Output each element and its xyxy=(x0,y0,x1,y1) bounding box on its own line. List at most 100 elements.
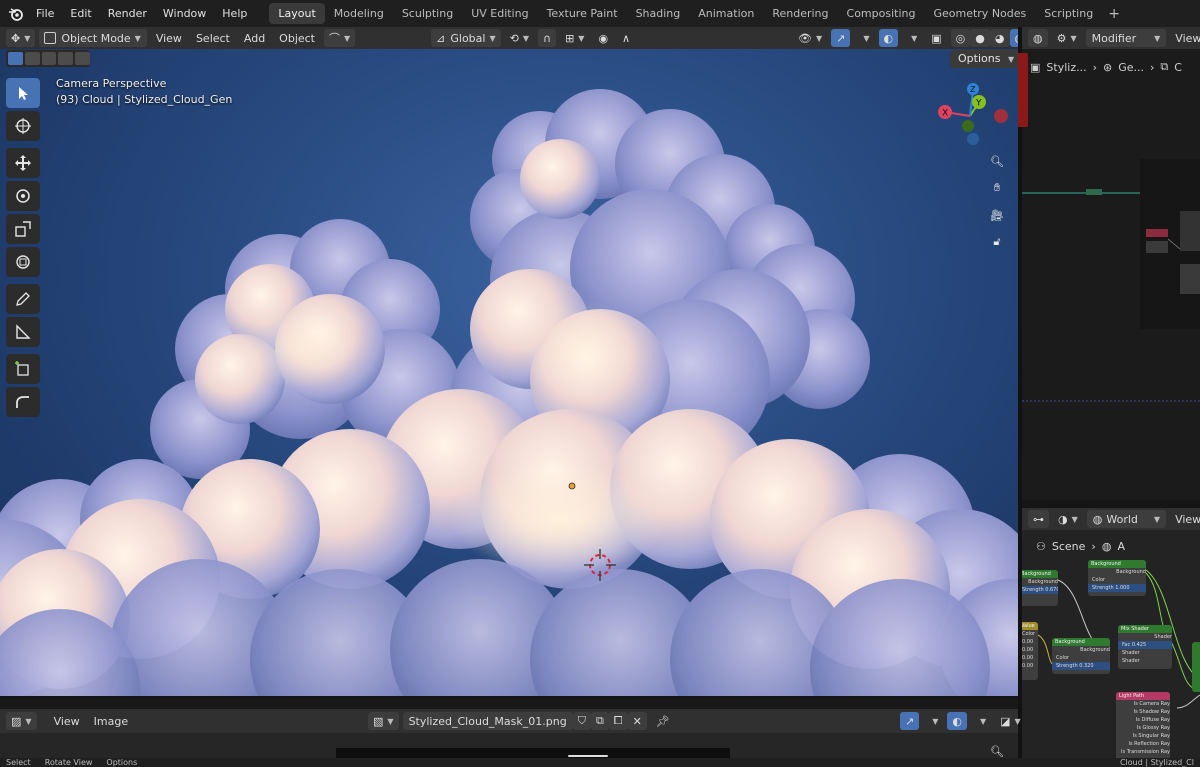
shear-tool[interactable] xyxy=(6,387,40,417)
breadcrumb-group[interactable]: C xyxy=(1174,61,1182,74)
menu-edit[interactable]: Edit xyxy=(62,0,99,27)
browse-image-button[interactable]: ▧ ▼ xyxy=(368,712,399,730)
proportional-edit-toggle[interactable]: ◉ xyxy=(593,29,613,47)
transform-tool[interactable] xyxy=(6,247,40,277)
image-gizmo-dropdown[interactable]: ▼ xyxy=(923,712,943,730)
gizmo-dropdown[interactable]: ▼ xyxy=(854,29,874,47)
add-cube-tool[interactable] xyxy=(6,354,40,384)
menu-help[interactable]: Help xyxy=(214,0,255,27)
tab-shading[interactable]: Shading xyxy=(627,3,690,24)
breadcrumb-world[interactable]: A xyxy=(1117,540,1125,553)
snap-target-dropdown[interactable]: ⊞ ▼ xyxy=(560,29,589,47)
open-image-button[interactable]: ⧠ xyxy=(608,712,628,730)
rotate-tool[interactable] xyxy=(6,181,40,211)
zoom-view-button[interactable]: 🔍︎ xyxy=(986,150,1008,172)
tab-sculpting[interactable]: Sculpting xyxy=(393,3,462,24)
select-invert-button[interactable] xyxy=(58,52,74,65)
tab-compositing[interactable]: Compositing xyxy=(838,3,925,24)
measure-tool[interactable] xyxy=(6,317,40,347)
breadcrumb-object[interactable]: Styliz... xyxy=(1046,61,1086,74)
tab-texture-paint[interactable]: Texture Paint xyxy=(538,3,627,24)
gizmo-toggle[interactable]: ↗ xyxy=(831,29,851,47)
navigation-gizmo[interactable]: X Y Z xyxy=(930,80,1020,155)
shading-wireframe-button[interactable]: ◎ xyxy=(950,29,971,47)
shading-material-button[interactable]: ◕ xyxy=(989,29,1010,47)
select-box-tool[interactable] xyxy=(6,78,40,108)
node-value[interactable]: Value Color 0.00 0.00 0.00 0.00 xyxy=(1022,622,1038,680)
menu-view[interactable]: View xyxy=(49,712,85,730)
display-channels-dropdown[interactable]: ◪ ▼ xyxy=(995,712,1026,730)
axis-icon: ✥ xyxy=(11,31,21,45)
snap-dropdown[interactable]: ⌒ ▼ xyxy=(324,29,356,47)
pan-view-button[interactable]: ✋︎ xyxy=(986,177,1008,199)
tab-geometry-nodes[interactable]: Geometry Nodes xyxy=(924,3,1035,24)
image-name-field[interactable]: Stylized_Cloud_Mask_01.png xyxy=(402,712,573,730)
modifier-dropdown[interactable]: Modifier ▼ xyxy=(1085,29,1167,47)
select-extend-button[interactable] xyxy=(24,52,40,65)
menu-add[interactable]: Add xyxy=(239,29,270,47)
visibility-dropdown[interactable]: 👁 ▼ xyxy=(793,29,827,47)
blender-logo-icon[interactable] xyxy=(4,0,28,27)
world-dropdown[interactable]: ◍ World ▼ xyxy=(1086,510,1167,528)
breadcrumb-geometry[interactable]: Ge... xyxy=(1118,61,1144,74)
node-background-left[interactable]: Background Background Strength 0.670 xyxy=(1022,570,1058,606)
editor-type-button[interactable]: ▨ ▼ xyxy=(6,712,37,730)
world-node-editor[interactable]: Background Background Strength 0.670 Val… xyxy=(1022,530,1200,767)
tab-layout[interactable]: Layout xyxy=(269,3,325,24)
menu-object[interactable]: Object xyxy=(274,29,320,47)
node-world-output[interactable] xyxy=(1192,642,1200,692)
duplicate-image-button[interactable]: ⧉ xyxy=(590,712,609,730)
menu-select[interactable]: Select xyxy=(191,29,235,47)
node-light-path[interactable]: Light Path Is Camera Ray Is Shadow Ray I… xyxy=(1116,692,1170,767)
menu-view[interactable]: View xyxy=(1170,29,1200,47)
pin-button[interactable]: 📌︎ xyxy=(651,712,675,730)
select-intersect-button[interactable] xyxy=(75,52,90,65)
add-workspace-button[interactable]: + xyxy=(1102,6,1126,22)
shading-solid-button[interactable]: ● xyxy=(970,29,990,47)
select-subtract-button[interactable] xyxy=(41,52,57,65)
node-editor-upper[interactable] xyxy=(1022,49,1200,500)
lock-camera-button[interactable]: 🔓︎ xyxy=(986,231,1008,253)
snap-toggle[interactable]: ∩ xyxy=(538,29,557,47)
tab-uv-editing[interactable]: UV Editing xyxy=(462,3,537,24)
breadcrumb-scene[interactable]: Scene xyxy=(1052,540,1086,553)
node-background-1[interactable]: Background Background Color Strength 1.0… xyxy=(1088,560,1146,596)
overlay-dropdown[interactable]: ▼ xyxy=(902,29,922,47)
unlink-image-button[interactable]: ✕ xyxy=(627,712,647,730)
tab-scripting[interactable]: Scripting xyxy=(1035,3,1102,24)
menu-window[interactable]: Window xyxy=(155,0,214,27)
annotate-tool[interactable] xyxy=(6,284,40,314)
modifier-options-dropdown[interactable]: ⚙ ▼ xyxy=(1052,29,1082,47)
xray-toggle[interactable]: ▣ xyxy=(926,29,946,47)
mode-dropdown[interactable]: Object Mode ▼ xyxy=(39,29,147,47)
shader-type-dropdown[interactable]: ◑ ▼ xyxy=(1053,510,1083,528)
menu-view[interactable]: View xyxy=(1170,510,1200,528)
menu-image[interactable]: Image xyxy=(89,712,133,730)
editor-type-button[interactable]: ✥ ▼ xyxy=(6,29,36,47)
overlay-toggle[interactable]: ◐ xyxy=(878,29,899,47)
fake-user-button[interactable]: ⛉ xyxy=(572,712,591,730)
pivot-dropdown[interactable]: ⟲ ▼ xyxy=(505,29,534,47)
tab-modeling[interactable]: Modeling xyxy=(325,3,393,24)
image-overlay-toggle[interactable]: ◐ xyxy=(947,712,967,730)
image-overlay-dropdown[interactable]: ▼ xyxy=(971,712,991,730)
select-new-button[interactable] xyxy=(8,52,23,65)
move-tool[interactable] xyxy=(6,148,40,178)
cursor-tool[interactable] xyxy=(6,111,40,141)
options-button[interactable]: Options ▼ xyxy=(950,50,1023,68)
menu-view[interactable]: View xyxy=(151,29,187,47)
tab-rendering[interactable]: Rendering xyxy=(763,3,837,24)
scale-tool[interactable] xyxy=(6,214,40,244)
editor-type-button[interactable]: ◍ xyxy=(1028,29,1048,47)
falloff-dropdown[interactable]: ∧ xyxy=(617,29,635,47)
node-background-2[interactable]: Background Background Color Strength 0.3… xyxy=(1052,638,1110,674)
menu-render[interactable]: Render xyxy=(100,0,155,27)
camera-view-button[interactable]: 🎥︎ xyxy=(986,204,1008,226)
orientation-dropdown[interactable]: ⊿ Global ▼ xyxy=(431,29,501,47)
node-mix-shader[interactable]: Mix Shader Shader Fac 0.425 Shader Shade… xyxy=(1118,625,1172,669)
menu-file[interactable]: File xyxy=(28,0,62,27)
tab-animation[interactable]: Animation xyxy=(689,3,763,24)
3d-viewport[interactable]: Camera Perspective (93) Cloud | Stylized… xyxy=(0,49,1018,697)
image-gizmo-toggle[interactable]: ↗ xyxy=(900,712,920,730)
editor-type-button[interactable]: ⊶ xyxy=(1028,510,1049,528)
